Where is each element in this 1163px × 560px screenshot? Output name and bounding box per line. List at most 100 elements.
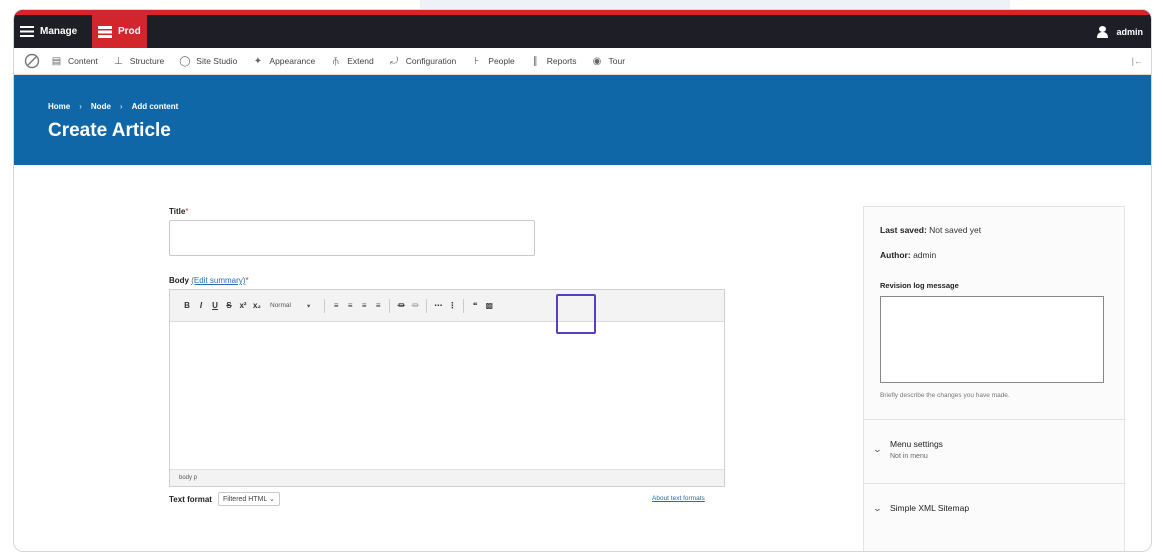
strikethrough-icon[interactable]: S: [222, 301, 236, 310]
top-shadow: [420, 0, 1010, 9]
breadcrumb-home[interactable]: Home: [48, 102, 70, 111]
menu-item-appearance[interactable]: ✦ Appearance: [252, 55, 316, 67]
required-mark: *: [185, 207, 189, 216]
menu-label: Content: [68, 56, 98, 66]
author-value: admin: [913, 250, 937, 260]
admin-toolbar: Manage Prod admin: [14, 10, 1151, 48]
page-header: Home › Node › Add content Create Article: [14, 75, 1151, 165]
text-format-value: Filtered HTML: [222, 496, 268, 503]
text-format-row: Text format Filtered HTML ⌄: [169, 492, 280, 506]
toolbar-divider: [463, 298, 465, 313]
author-label: Author:: [880, 250, 911, 260]
title-label: Title*: [169, 207, 188, 216]
menu-label: Extend: [347, 56, 374, 66]
highlighted-toolbar-button-outline: [556, 294, 596, 334]
toolbar-divider: [324, 298, 326, 313]
menu-settings-summary: Not in menu: [890, 453, 928, 460]
underline-icon[interactable]: U: [208, 301, 222, 310]
about-text-formats-link[interactable]: About text formats: [652, 495, 705, 502]
align-justify-icon[interactable]: ≡: [371, 301, 385, 310]
align-left-icon[interactable]: ≡: [329, 301, 343, 310]
title-label-text: Title: [169, 207, 186, 216]
bold-icon[interactable]: B: [180, 301, 194, 310]
revision-log-textarea[interactable]: [880, 296, 1104, 383]
revision-log-help: Briefly describe the changes you have ma…: [880, 392, 1010, 399]
appearance-icon: ✦: [253, 55, 263, 67]
menu-label: Reports: [546, 56, 577, 66]
menu-label: Tour: [608, 56, 626, 66]
people-icon: ⊦: [474, 55, 480, 67]
revision-log-label: Revision log message: [880, 281, 959, 290]
menu-label: Appearance: [269, 56, 316, 66]
align-right-icon[interactable]: ≡: [357, 301, 371, 310]
manage-label: Manage: [40, 26, 78, 37]
title-input[interactable]: [169, 220, 535, 256]
environment-icon: [98, 25, 112, 38]
breadcrumb-add-content[interactable]: Add content: [132, 102, 179, 111]
unlink-icon[interactable]: ⏛: [408, 300, 422, 311]
site-studio-icon: ◯: [179, 55, 191, 67]
chevron-down-icon: ⌄: [872, 503, 883, 513]
format-dropdown[interactable]: Normal ▾: [270, 302, 310, 310]
reports-icon: ∥: [532, 55, 538, 67]
blockquote-icon[interactable]: ❝: [468, 301, 482, 310]
superscript-icon[interactable]: x²: [236, 301, 250, 310]
menu-label: People: [488, 56, 515, 66]
drupal-home-icon[interactable]: [23, 52, 41, 70]
numbered-list-icon[interactable]: ⋮: [445, 301, 459, 310]
menu-settings-accordion[interactable]: ⌄ Menu settings Not in menu: [873, 439, 943, 460]
last-saved-label: Last saved:: [880, 225, 927, 235]
user-label: admin: [1116, 26, 1143, 37]
hamburger-icon: [20, 26, 34, 37]
manage-button[interactable]: Manage: [14, 15, 77, 48]
link-icon[interactable]: ⏛: [394, 300, 408, 311]
configuration-icon: ⤾: [390, 55, 399, 67]
content-icon: ▤: [51, 55, 62, 67]
menu-item-tour[interactable]: ◉ Tour: [592, 56, 626, 67]
menu-item-content[interactable]: ▤ Content: [51, 56, 98, 67]
body-label-text: Body: [169, 276, 189, 285]
menu-item-reports[interactable]: ∥ Reports: [530, 56, 577, 67]
meta-sidebar: Last saved: Not saved yet Author: admin …: [863, 206, 1125, 551]
browser-frame: Manage Prod admin ▤ Content ⊥ Structure …: [13, 9, 1152, 552]
body-editor[interactable]: B I U S x² x₂ Normal ▾ ≡ ≡ ≡ ≡ ⏛ ⏛ ⋯ ⋮ ❝…: [169, 289, 725, 487]
menu-item-extend[interactable]: ⫚ Extend: [330, 55, 374, 67]
menu-item-site-studio[interactable]: ◯ Site Studio: [179, 56, 237, 67]
breadcrumb: Home › Node › Add content: [48, 102, 178, 111]
breadcrumb-separator: ›: [119, 102, 123, 111]
last-saved: Last saved: Not saved yet: [880, 225, 981, 235]
edit-summary-link[interactable]: (Edit summary): [191, 276, 245, 285]
text-format-select[interactable]: Filtered HTML ⌄: [217, 492, 280, 506]
simple-xml-sitemap-accordion[interactable]: ⌄ Simple XML Sitemap: [872, 503, 970, 514]
menu-item-structure[interactable]: ⊥ Structure: [113, 55, 165, 67]
collapse-toggle[interactable]: |←: [1132, 56, 1143, 66]
menu-label: Site Studio: [196, 56, 238, 66]
environment-badge[interactable]: Prod: [92, 15, 147, 48]
bulleted-list-icon[interactable]: ⋯: [431, 301, 445, 310]
breadcrumb-node[interactable]: Node: [91, 102, 111, 111]
chevron-down-icon: ▾: [306, 302, 311, 310]
subscript-icon[interactable]: x₂: [250, 301, 264, 310]
insert-image-icon[interactable]: ▩: [482, 301, 496, 310]
user-menu[interactable]: admin: [1097, 15, 1143, 48]
simple-xml-sitemap-title: Simple XML Sitemap: [890, 503, 970, 513]
align-center-icon[interactable]: ≡: [343, 301, 357, 310]
toolbar-divider: [426, 298, 428, 313]
italic-icon[interactable]: I: [194, 301, 208, 310]
breadcrumb-separator: ›: [79, 102, 82, 111]
format-value: Normal: [270, 302, 291, 309]
menu-item-people[interactable]: ⊦ People: [471, 55, 515, 67]
text-format-label: Text format: [169, 494, 212, 504]
page-title: Create Article: [48, 120, 171, 141]
editor-status-bar: body p: [170, 469, 724, 486]
menu-settings-title: Menu settings: [890, 439, 943, 449]
admin-menu: ▤ Content ⊥ Structure ◯ Site Studio ✦ Ap…: [14, 48, 1151, 75]
structure-icon: ⊥: [113, 55, 123, 67]
required-mark: *: [245, 276, 249, 285]
last-saved-value: Not saved yet: [929, 225, 982, 235]
menu-label: Structure: [129, 56, 165, 66]
extend-icon: ⫚: [332, 55, 339, 67]
chevron-down-icon: ⌄: [269, 496, 275, 503]
environment-label: Prod: [118, 26, 141, 37]
menu-item-configuration[interactable]: ⤾ Configuration: [389, 55, 456, 67]
